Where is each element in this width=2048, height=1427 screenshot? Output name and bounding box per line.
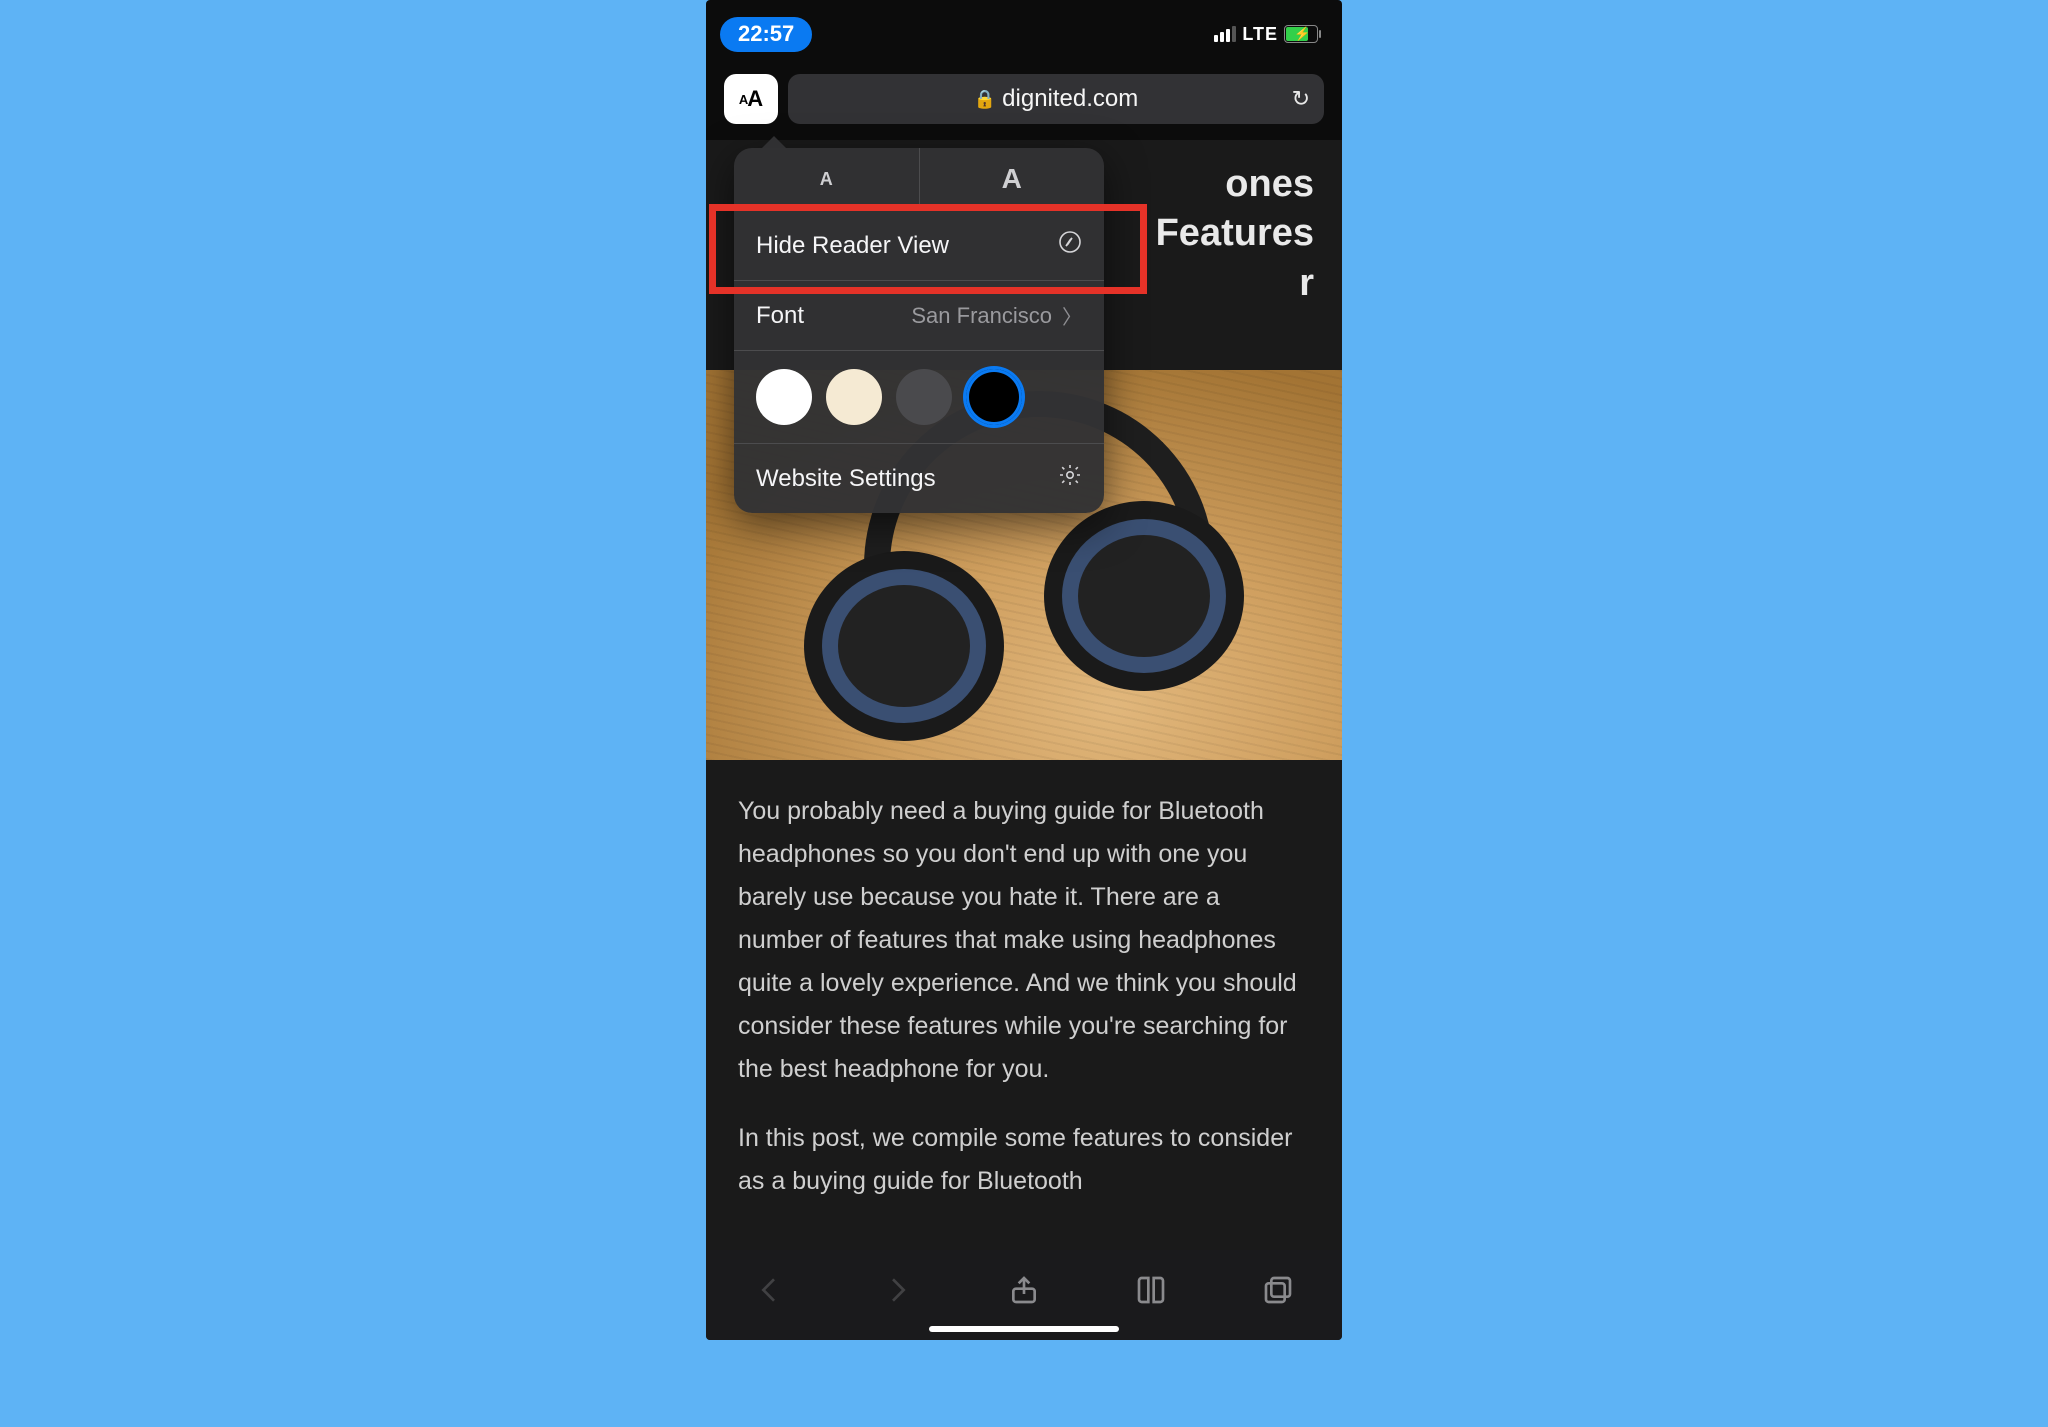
hide-reader-view-row[interactable]: Hide Reader View (734, 210, 1104, 280)
status-time: 22:57 (720, 17, 812, 52)
phone-frame: 22:57 LTE ⚡ AA 🔒 dignited.com ↻ ones Fea… (706, 0, 1342, 1340)
theme-black[interactable] (966, 369, 1022, 425)
carrier-label: LTE (1242, 24, 1278, 45)
text-size-button[interactable]: AA (724, 74, 778, 124)
status-right: LTE ⚡ (1214, 24, 1318, 45)
decrease-text-size-button[interactable]: A (734, 148, 919, 210)
article-paragraph: You probably need a buying guide for Blu… (738, 790, 1310, 1091)
hide-reader-label: Hide Reader View (756, 232, 949, 260)
signal-bars-icon (1214, 26, 1236, 42)
text-size-row: A A (734, 148, 1104, 210)
font-label: Font (756, 302, 804, 330)
theme-gray[interactable] (896, 369, 952, 425)
theme-sepia[interactable] (826, 369, 882, 425)
chevron-right-icon (881, 1274, 913, 1306)
article-paragraph: In this post, we compile some features t… (738, 1117, 1310, 1203)
bookmarks-button[interactable] (1130, 1269, 1172, 1311)
chevron-left-icon (754, 1274, 786, 1306)
bottom-toolbar (706, 1250, 1342, 1340)
tabs-button[interactable] (1257, 1269, 1299, 1311)
url-domain: dignited.com (1002, 85, 1138, 113)
battery-icon: ⚡ (1284, 25, 1318, 43)
website-settings-row[interactable]: Website Settings (734, 443, 1104, 513)
font-row[interactable]: Font San Francisco 〉 (734, 280, 1104, 350)
font-value: San Francisco (911, 303, 1052, 329)
share-button[interactable] (1003, 1269, 1045, 1311)
tabs-icon (1262, 1274, 1294, 1306)
website-settings-label: Website Settings (756, 465, 936, 493)
article-body: You probably need a buying guide for Blu… (706, 760, 1342, 1250)
compass-icon (1058, 230, 1082, 261)
status-bar: 22:57 LTE ⚡ (706, 0, 1342, 64)
headphone-brand-logo: BOSE (1110, 574, 1179, 617)
increase-text-size-button[interactable]: A (920, 148, 1105, 210)
home-indicator[interactable] (929, 1326, 1119, 1332)
address-bar: AA 🔒 dignited.com ↻ (724, 74, 1324, 124)
share-icon (1008, 1274, 1040, 1306)
book-icon (1135, 1274, 1167, 1306)
back-button[interactable] (749, 1269, 791, 1311)
theme-row (734, 350, 1104, 443)
chevron-right-icon: 〉 (1062, 301, 1082, 330)
reader-options-popover: A A Hide Reader View Font San Francisco … (734, 148, 1104, 513)
theme-white[interactable] (756, 369, 812, 425)
gear-icon (1058, 463, 1082, 494)
url-field[interactable]: 🔒 dignited.com ↻ (788, 74, 1324, 124)
text-size-large-icon: A (747, 86, 763, 112)
lock-icon: 🔒 (974, 89, 996, 110)
forward-button[interactable] (876, 1269, 918, 1311)
reload-icon[interactable]: ↻ (1292, 86, 1310, 112)
